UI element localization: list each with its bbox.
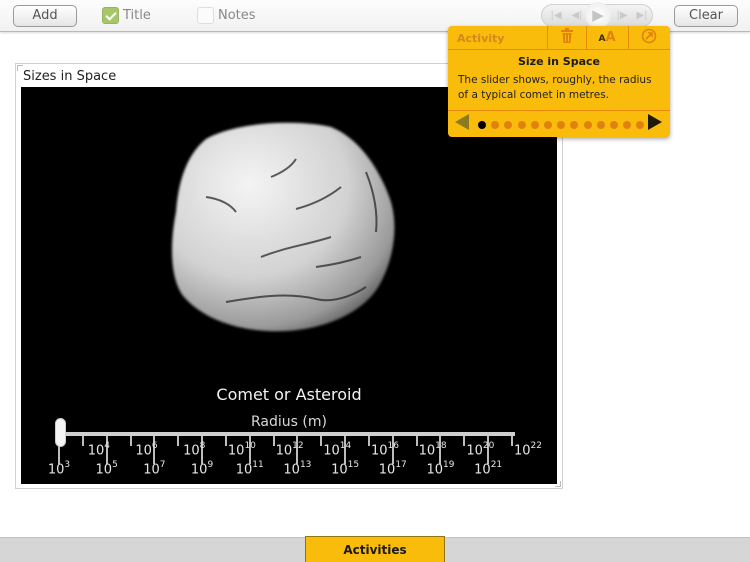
scale-tick-label: 1012	[275, 441, 304, 459]
scale-tick-label: 1022	[514, 441, 542, 459]
activity-popover: Activity AA Size in Space The slider sho…	[448, 26, 670, 137]
page-dot[interactable]	[504, 121, 513, 129]
first-icon[interactable]: |◀	[546, 5, 566, 26]
page-dot[interactable]	[517, 121, 526, 129]
scale-tick-label: 103	[47, 460, 71, 478]
clear-button[interactable]: Clear	[674, 5, 738, 27]
scale-tick-label: 109	[190, 460, 214, 478]
scale-tick-label: 105	[95, 460, 118, 478]
scale-tick-label: 1016	[370, 441, 399, 459]
page-dot[interactable]	[544, 121, 552, 129]
scale-tick-label: 107	[143, 460, 166, 478]
title-checkbox[interactable]	[102, 7, 119, 24]
scale-tick-label: 1020	[466, 441, 495, 459]
go-icon[interactable]	[631, 28, 667, 48]
scale-tick	[177, 436, 180, 446]
scale-tick	[415, 436, 418, 446]
last-icon[interactable]: ▶|	[632, 5, 652, 26]
scale-tick	[81, 436, 84, 446]
scale-tick-label: 1010	[227, 441, 256, 459]
page-dot[interactable]	[491, 121, 500, 129]
scale-tick	[367, 436, 370, 446]
popover-header: Activity AA	[448, 26, 670, 50]
scale-tick-label: 1021	[474, 460, 503, 478]
app-screen: Add Title Notes |◀ ◀| ▶ |▶ ▶| Clear Size…	[0, 0, 750, 562]
scale-tick	[511, 436, 513, 446]
page-dot[interactable]	[636, 121, 645, 129]
scale-tick	[272, 436, 275, 446]
scale-tick-label: 1011	[235, 460, 264, 478]
popover-activity-label: Activity	[457, 32, 505, 45]
resize-handle-bottom-right[interactable]	[555, 481, 561, 487]
page-dot[interactable]	[623, 121, 632, 129]
scale-tick-label: 104	[87, 441, 110, 459]
step-forward-icon[interactable]: |▶	[612, 5, 632, 26]
page-dot[interactable]	[530, 121, 539, 129]
scale-tick	[129, 436, 132, 446]
scale-tick-label: 108	[183, 441, 206, 459]
scale-tick-label: 1013	[283, 460, 312, 478]
scale-tick	[224, 436, 227, 446]
scale-tick	[320, 436, 323, 446]
scale-tick-label: 1015	[331, 460, 360, 478]
page-dot[interactable]	[596, 121, 605, 129]
comet-image	[172, 122, 395, 332]
page-dot[interactable]	[610, 121, 618, 129]
title-checkbox-label: Title	[123, 8, 151, 23]
activities-tab[interactable]: Activities	[305, 536, 445, 562]
notes-checkbox[interactable]	[197, 7, 214, 24]
play-icon[interactable]: ▶	[585, 2, 611, 28]
scale-tick-label: 1014	[323, 441, 352, 459]
previous-page-icon[interactable]	[455, 114, 469, 130]
page-dot[interactable]	[583, 121, 592, 129]
radius-slider-track[interactable]	[57, 432, 515, 436]
popover-title: Size in Space	[517, 55, 601, 68]
popover-divider	[448, 110, 670, 111]
scale-tick-label: 1019	[426, 460, 455, 478]
notes-checkbox-label: Notes	[218, 8, 256, 23]
radius-slider-thumb[interactable]	[55, 418, 66, 447]
image-viewer: Comet or Asteroid Radius (m) 103 105 107 10…	[21, 87, 557, 484]
scale-tick-label: 1018	[418, 441, 447, 459]
step-back-icon[interactable]: ◀|	[567, 5, 587, 26]
page-dot[interactable]	[570, 121, 579, 129]
scale-tick	[463, 436, 466, 446]
page-dot[interactable]	[557, 121, 566, 129]
text-size-icon[interactable]: AA	[589, 28, 625, 48]
add-button[interactable]: Add	[13, 5, 77, 27]
object-caption: Comet or Asteroid	[216, 385, 362, 404]
scale-tick-label: 106	[135, 441, 158, 459]
next-page-icon[interactable]	[648, 114, 662, 130]
scale-tick-label: 1017	[378, 460, 407, 478]
panel-title: Sizes in Space	[23, 69, 117, 84]
trash-icon[interactable]	[549, 28, 585, 48]
page-dot[interactable]	[478, 121, 486, 129]
playback-controls: |◀ ◀| ▶ |▶ ▶|	[541, 2, 653, 28]
popover-text: The slider shows, roughly, the radius of…	[458, 74, 652, 101]
axis-label: Radius (m)	[251, 414, 327, 430]
